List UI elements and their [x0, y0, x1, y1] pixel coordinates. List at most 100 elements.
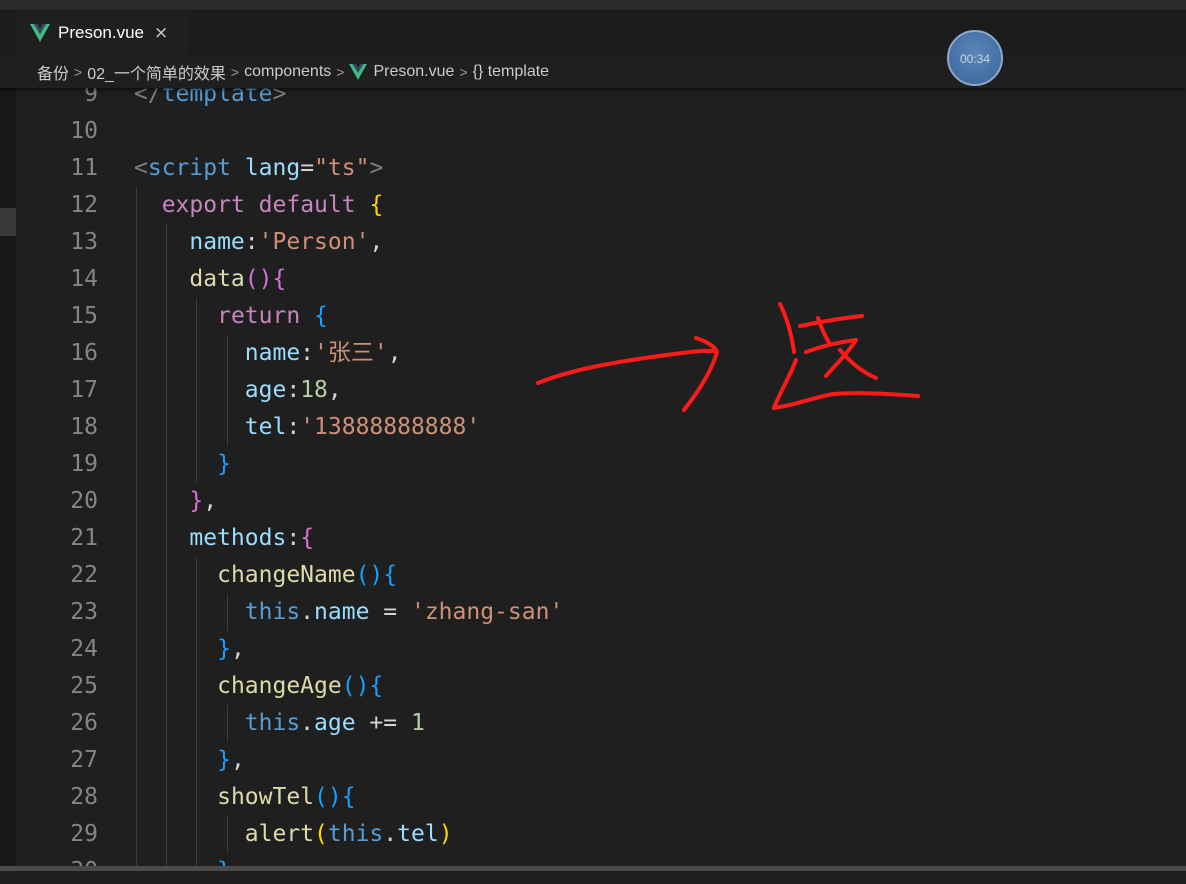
line-number: 11	[70, 155, 98, 181]
code-token: data	[189, 266, 245, 292]
line-number: 9	[84, 88, 98, 107]
code-token: )	[438, 821, 453, 847]
vue-logo-icon	[30, 24, 50, 42]
code-token: lang	[244, 155, 301, 181]
code-line[interactable]: 12 export default {	[16, 187, 1186, 224]
code-line[interactable]: 19 }	[16, 446, 1186, 483]
line-number: 27	[70, 747, 98, 773]
line-number: 19	[70, 451, 98, 477]
code-token: name	[189, 229, 245, 255]
code-line[interactable]: 23 this.name = 'zhang-san'	[16, 594, 1186, 631]
line-number: 18	[70, 414, 98, 440]
line-number: 16	[70, 340, 98, 366]
code-token: '张三'	[314, 340, 388, 366]
code-token: <	[134, 155, 148, 181]
breadcrumb-item-folder[interactable]: 02_一个简单的效果	[87, 60, 226, 84]
code-token: }	[217, 747, 231, 773]
code-token: name	[244, 340, 301, 366]
code-token: ()	[341, 673, 370, 699]
code-token: methods	[189, 525, 287, 551]
code-editor[interactable]: 9 </template> 10 11 <script lang="ts"> 12 exp…	[16, 88, 1186, 868]
code-token: {	[369, 673, 384, 699]
code-text: data(){	[134, 261, 286, 298]
code-token: return	[217, 303, 301, 329]
vue-logo-icon	[349, 64, 368, 80]
close-icon[interactable]: ×	[154, 23, 168, 43]
breadcrumb-item-backup[interactable]: 备份	[37, 60, 69, 84]
chevron-right-icon: >	[74, 64, 83, 80]
code-token: }	[189, 488, 204, 514]
code-line[interactable]: 10	[16, 113, 1186, 150]
code-line[interactable]: 21 methods:{	[16, 520, 1186, 557]
chevron-right-icon: >	[336, 64, 345, 80]
code-token: tel	[397, 821, 439, 847]
line-number: 29	[70, 821, 98, 847]
code-token: {	[369, 192, 384, 218]
code-line[interactable]: 28 showTel(){	[16, 779, 1186, 816]
code-token: ,	[387, 340, 402, 366]
recording-timer[interactable]: 00:34	[947, 30, 1003, 86]
code-line[interactable]: 13 name:'Person',	[16, 224, 1186, 261]
breadcrumb-item-symbol[interactable]: {} template	[473, 63, 550, 81]
code-token: ,	[369, 229, 384, 255]
timer-label: 00:34	[959, 52, 991, 66]
tab-label: Preson.vue	[58, 23, 144, 42]
code-token: 'zhang-san'	[410, 599, 564, 625]
code-text: changeAge(){	[134, 668, 383, 705]
code-line[interactable]: 11 <script lang="ts">	[16, 150, 1186, 187]
line-number: 15	[70, 303, 98, 329]
code-line[interactable]: 22 changeName(){	[16, 557, 1186, 594]
code-line[interactable]: 24 },	[16, 631, 1186, 668]
code-token: ()	[314, 784, 342, 810]
code-token: name	[314, 599, 370, 625]
code-line[interactable]: 20 },	[16, 483, 1186, 520]
line-number: 23	[70, 599, 98, 625]
code-line[interactable]: 15 return {	[16, 298, 1186, 335]
chevron-right-icon: >	[230, 64, 240, 80]
code-token: showTel	[217, 784, 315, 810]
activity-indicator	[0, 208, 16, 236]
code-text: changeName(){	[134, 557, 397, 594]
code-line[interactable]: 14 data(){	[16, 261, 1186, 298]
code-token: =	[300, 155, 315, 181]
breadcrumb-item-components[interactable]: components	[244, 63, 331, 81]
line-number: 24	[70, 636, 98, 662]
code-text: <script lang="ts">	[134, 150, 383, 187]
code-line[interactable]: 17 age:18,	[16, 372, 1186, 409]
code-token: ,	[327, 377, 342, 403]
tab-preson-vue[interactable]: Preson.vue ×	[16, 10, 190, 56]
code-token: ,	[230, 747, 245, 773]
code-token: "ts"	[314, 155, 370, 181]
line-number: 22	[70, 562, 98, 588]
code-token: {	[341, 784, 356, 810]
code-token: .	[383, 821, 398, 847]
code-line[interactable]: 27 },	[16, 742, 1186, 779]
line-number: 17	[70, 377, 98, 403]
code-token: >	[369, 155, 384, 181]
code-line[interactable]: 29 alert(this.tel)	[16, 816, 1186, 853]
code-token: ()	[355, 562, 384, 588]
code-line[interactable]: 9 </template>	[16, 88, 1186, 113]
code-token: export	[161, 192, 245, 218]
breadcrumb-item-file[interactable]: Preson.vue	[373, 63, 454, 81]
code-line[interactable]: 25 changeAge(){	[16, 668, 1186, 705]
code-line[interactable]: 18 tel:'13888888888'	[16, 409, 1186, 446]
code-token: '13888888888'	[300, 414, 481, 440]
code-line[interactable]: 26 this.age += 1	[16, 705, 1186, 742]
line-number: 28	[70, 784, 98, 810]
line-number: 26	[70, 710, 98, 736]
code-text: this.name = 'zhang-san'	[134, 594, 564, 631]
code-line[interactable]: 16 name:'张三',	[16, 335, 1186, 372]
